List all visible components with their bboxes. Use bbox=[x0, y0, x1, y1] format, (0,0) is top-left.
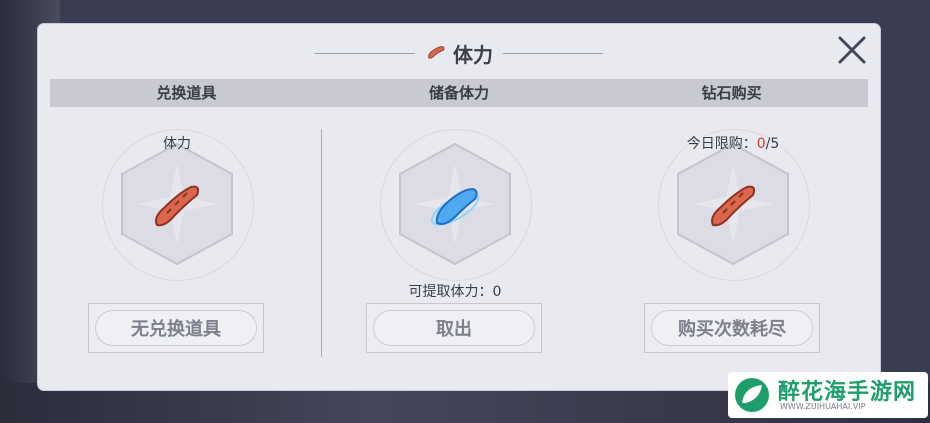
blue-crystal-icon bbox=[430, 187, 480, 226]
stamina-dialog: 体力 兑换道具 储备体力 钻石购买 体力 无兑换道具 可提取体力：0 取出 今日… bbox=[38, 24, 880, 390]
sausage-icon bbox=[711, 185, 756, 227]
reserve-column: 可提取体力：0 取出 bbox=[330, 119, 580, 369]
header-exchange: 兑换道具 bbox=[156, 84, 217, 102]
sausage-icon bbox=[155, 185, 200, 227]
button-label: 购买次数耗尽 bbox=[651, 310, 813, 346]
button-label: 无兑换道具 bbox=[95, 310, 257, 346]
diamond-buy-column: 今日限购：0/5 购买次数耗尽 bbox=[608, 119, 858, 369]
header-diamond-buy: 钻石购买 bbox=[701, 84, 762, 102]
dialog-title: 体力 bbox=[453, 42, 493, 67]
daily-limit-current: 0 bbox=[756, 136, 766, 152]
exchange-column: 体力 无兑换道具 bbox=[52, 119, 302, 369]
watermark-url: WWW.ZUIHUAHAI.VIP bbox=[780, 402, 866, 411]
withdrawable-stamina: 可提取体力：0 bbox=[408, 284, 502, 300]
purchase-exhausted-button[interactable]: 购买次数耗尽 bbox=[644, 303, 820, 353]
daily-limit-total: /5 bbox=[765, 136, 780, 152]
daily-limit-label: 今日限购： bbox=[686, 136, 757, 152]
site-watermark: 醉花海手游网 WWW.ZUIHUAHAI.VIP bbox=[728, 372, 928, 418]
sausage-icon bbox=[428, 46, 445, 59]
title-divider-right bbox=[503, 52, 603, 54]
title-bar: 体力 bbox=[38, 38, 880, 68]
button-label: 取出 bbox=[373, 310, 535, 346]
header-reserve: 储备体力 bbox=[429, 84, 490, 102]
leaf-logo-icon bbox=[735, 378, 769, 412]
column-headers: 兑换道具 储备体力 钻石购买 bbox=[50, 79, 868, 107]
title-divider-left bbox=[315, 52, 415, 54]
item-name: 体力 bbox=[163, 136, 191, 152]
withdraw-button[interactable]: 取出 bbox=[366, 303, 542, 353]
column-divider bbox=[321, 129, 322, 357]
close-icon[interactable] bbox=[834, 32, 870, 68]
daily-limit: 今日限购：0/5 bbox=[608, 133, 858, 153]
no-exchange-item-button[interactable]: 无兑换道具 bbox=[88, 303, 264, 353]
